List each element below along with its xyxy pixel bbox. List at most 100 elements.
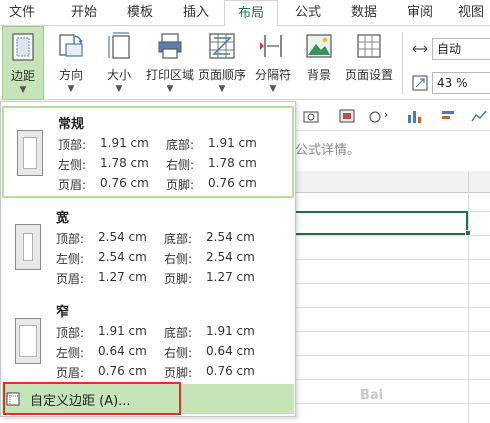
right-label: 右侧: [164,346,193,360]
shapes-icon[interactable] [369,109,391,123]
bottom-label: 底部: [164,326,193,340]
tab-home[interactable]: 开始 [64,0,104,26]
bar-chart-icon[interactable] [441,109,461,123]
header-value: 0.76 cm [100,176,149,190]
left-value: 0.64 cm [98,344,147,358]
footer-value: 0.76 cm [206,364,255,378]
print-area-label: 打印区域 [145,68,194,82]
mini-toolbar [295,101,490,131]
top-value: 2.54 cm [98,230,147,244]
top-label: 顶部: [56,232,85,246]
chevron-down-icon: ▼ [115,84,123,94]
column-header-row [295,171,490,193]
grid-line [468,171,469,423]
header-label: 页眉: [56,272,85,286]
background-button[interactable]: 背景 [298,26,340,100]
picture-icon[interactable] [339,109,355,123]
footer-value: 0.76 cm [208,176,257,190]
grid-line [295,235,490,236]
footer-label: 页脚: [164,366,193,380]
tab-data[interactable]: 数据 [344,0,384,26]
left-label: 左侧: [56,346,85,360]
right-value: 2.54 cm [206,250,255,264]
grid-line [295,403,490,404]
tab-layout[interactable]: 布局 [224,0,278,27]
paper-size-icon [108,32,130,59]
page-margin-icon [15,318,41,364]
preset-name: 窄 [56,305,70,320]
size-button[interactable]: 大小 ▼ [98,26,140,100]
camera-icon[interactable] [303,109,319,123]
header-value: 0.76 cm [98,364,147,378]
page-setup-button[interactable]: 页面设置 [342,26,396,100]
preset-name: 宽 [56,211,70,226]
footer-value: 1.27 cm [206,270,255,284]
formula-hint-text: 公式详情。 [295,143,361,158]
page-margin-icon [15,224,41,270]
tab-formulas[interactable]: 公式 [288,0,328,26]
chevron-down-icon: ▼ [67,84,75,94]
left-value: 1.78 cm [100,156,149,170]
bottom-value: 2.54 cm [206,230,255,244]
footer-label: 页脚: [166,178,195,192]
chevron-down-icon: ▼ [269,84,277,94]
margin-preset-narrow[interactable]: 窄 顶部: 1.91 cm 底部: 1.91 cm 左侧: 0.64 cm 右侧… [2,296,294,388]
right-value: 0.64 cm [206,344,255,358]
header-value: 1.27 cm [98,270,147,284]
chevron-down-icon: ▼ [218,84,226,94]
grid-line [295,379,490,380]
margins-dropdown: 常规 顶部: 1.91 cm 底部: 1.91 cm 左侧: 1.78 cm 右… [0,101,296,417]
column-chart-icon[interactable] [407,109,423,123]
print-area-button[interactable]: 打印区域 ▼ [144,26,196,100]
top-label: 顶部: [58,138,87,152]
tab-view[interactable]: 视图 [452,0,490,26]
line-chart-icon[interactable] [471,109,487,123]
breaks-button[interactable]: 分隔符 ▼ [250,26,296,100]
selected-cell[interactable] [293,211,468,235]
scale-zoom-input[interactable]: 43 % [432,72,490,94]
grid-line [295,331,490,332]
page-order-icon [209,33,235,59]
bottom-label: 底部: [164,232,193,246]
chevron-down-icon: ▼ [19,85,27,95]
breaks-label: 分隔符 [254,68,291,82]
tab-template[interactable]: 模板 [120,0,160,26]
bottom-label: 底部: [166,138,195,152]
size-label: 大小 [106,68,131,82]
page-break-icon [260,35,282,57]
header-label: 页眉: [56,366,85,380]
margins-button[interactable]: 边距 ▼ [2,26,44,100]
page-setup-label: 页面设置 [344,68,393,82]
orientation-button[interactable]: 方向 ▼ [50,26,92,100]
left-label: 左侧: [58,158,87,172]
bottom-value: 1.91 cm [206,324,255,338]
grid-line [295,307,490,308]
margin-preset-normal[interactable]: 常规 顶部: 1.91 cm 底部: 1.91 cm 左侧: 1.78 cm 右… [2,106,294,198]
margins-label: 边距 [10,69,35,83]
header-label: 页眉: [58,178,87,192]
highlight-annotation-box [3,382,181,415]
grid-line [295,259,490,260]
tab-review[interactable]: 审阅 [400,0,440,26]
ribbon-divider [402,32,403,94]
fill-handle[interactable] [465,230,471,236]
right-label: 右侧: [166,158,195,172]
background-label: 背景 [306,68,331,82]
orientation-icon [59,34,83,57]
top-value: 1.91 cm [100,136,149,150]
ribbon-tab-bar: 文件 开始 模板 插入 布局 公式 数据 审阅 视图 [0,0,490,27]
margin-preset-wide[interactable]: 宽 顶部: 2.54 cm 底部: 2.54 cm 左侧: 2.54 cm 右侧… [2,202,294,294]
scale-width-select[interactable]: 自动 [432,38,490,60]
page-margin-icon [17,130,43,176]
preset-name: 常规 [58,117,85,132]
bottom-value: 1.91 cm [208,136,257,150]
orientation-label: 方向 [58,68,83,82]
footer-label: 页脚: [164,272,193,286]
left-label: 左侧: [56,252,85,266]
page-order-label: 页面顺序 [197,68,246,82]
tab-file[interactable]: 文件 [4,0,40,26]
tab-insert[interactable]: 插入 [176,0,216,26]
print-area-icon [158,33,182,59]
page-setup-icon [357,34,381,58]
page-order-button[interactable]: 页面顺序 ▼ [196,26,248,100]
